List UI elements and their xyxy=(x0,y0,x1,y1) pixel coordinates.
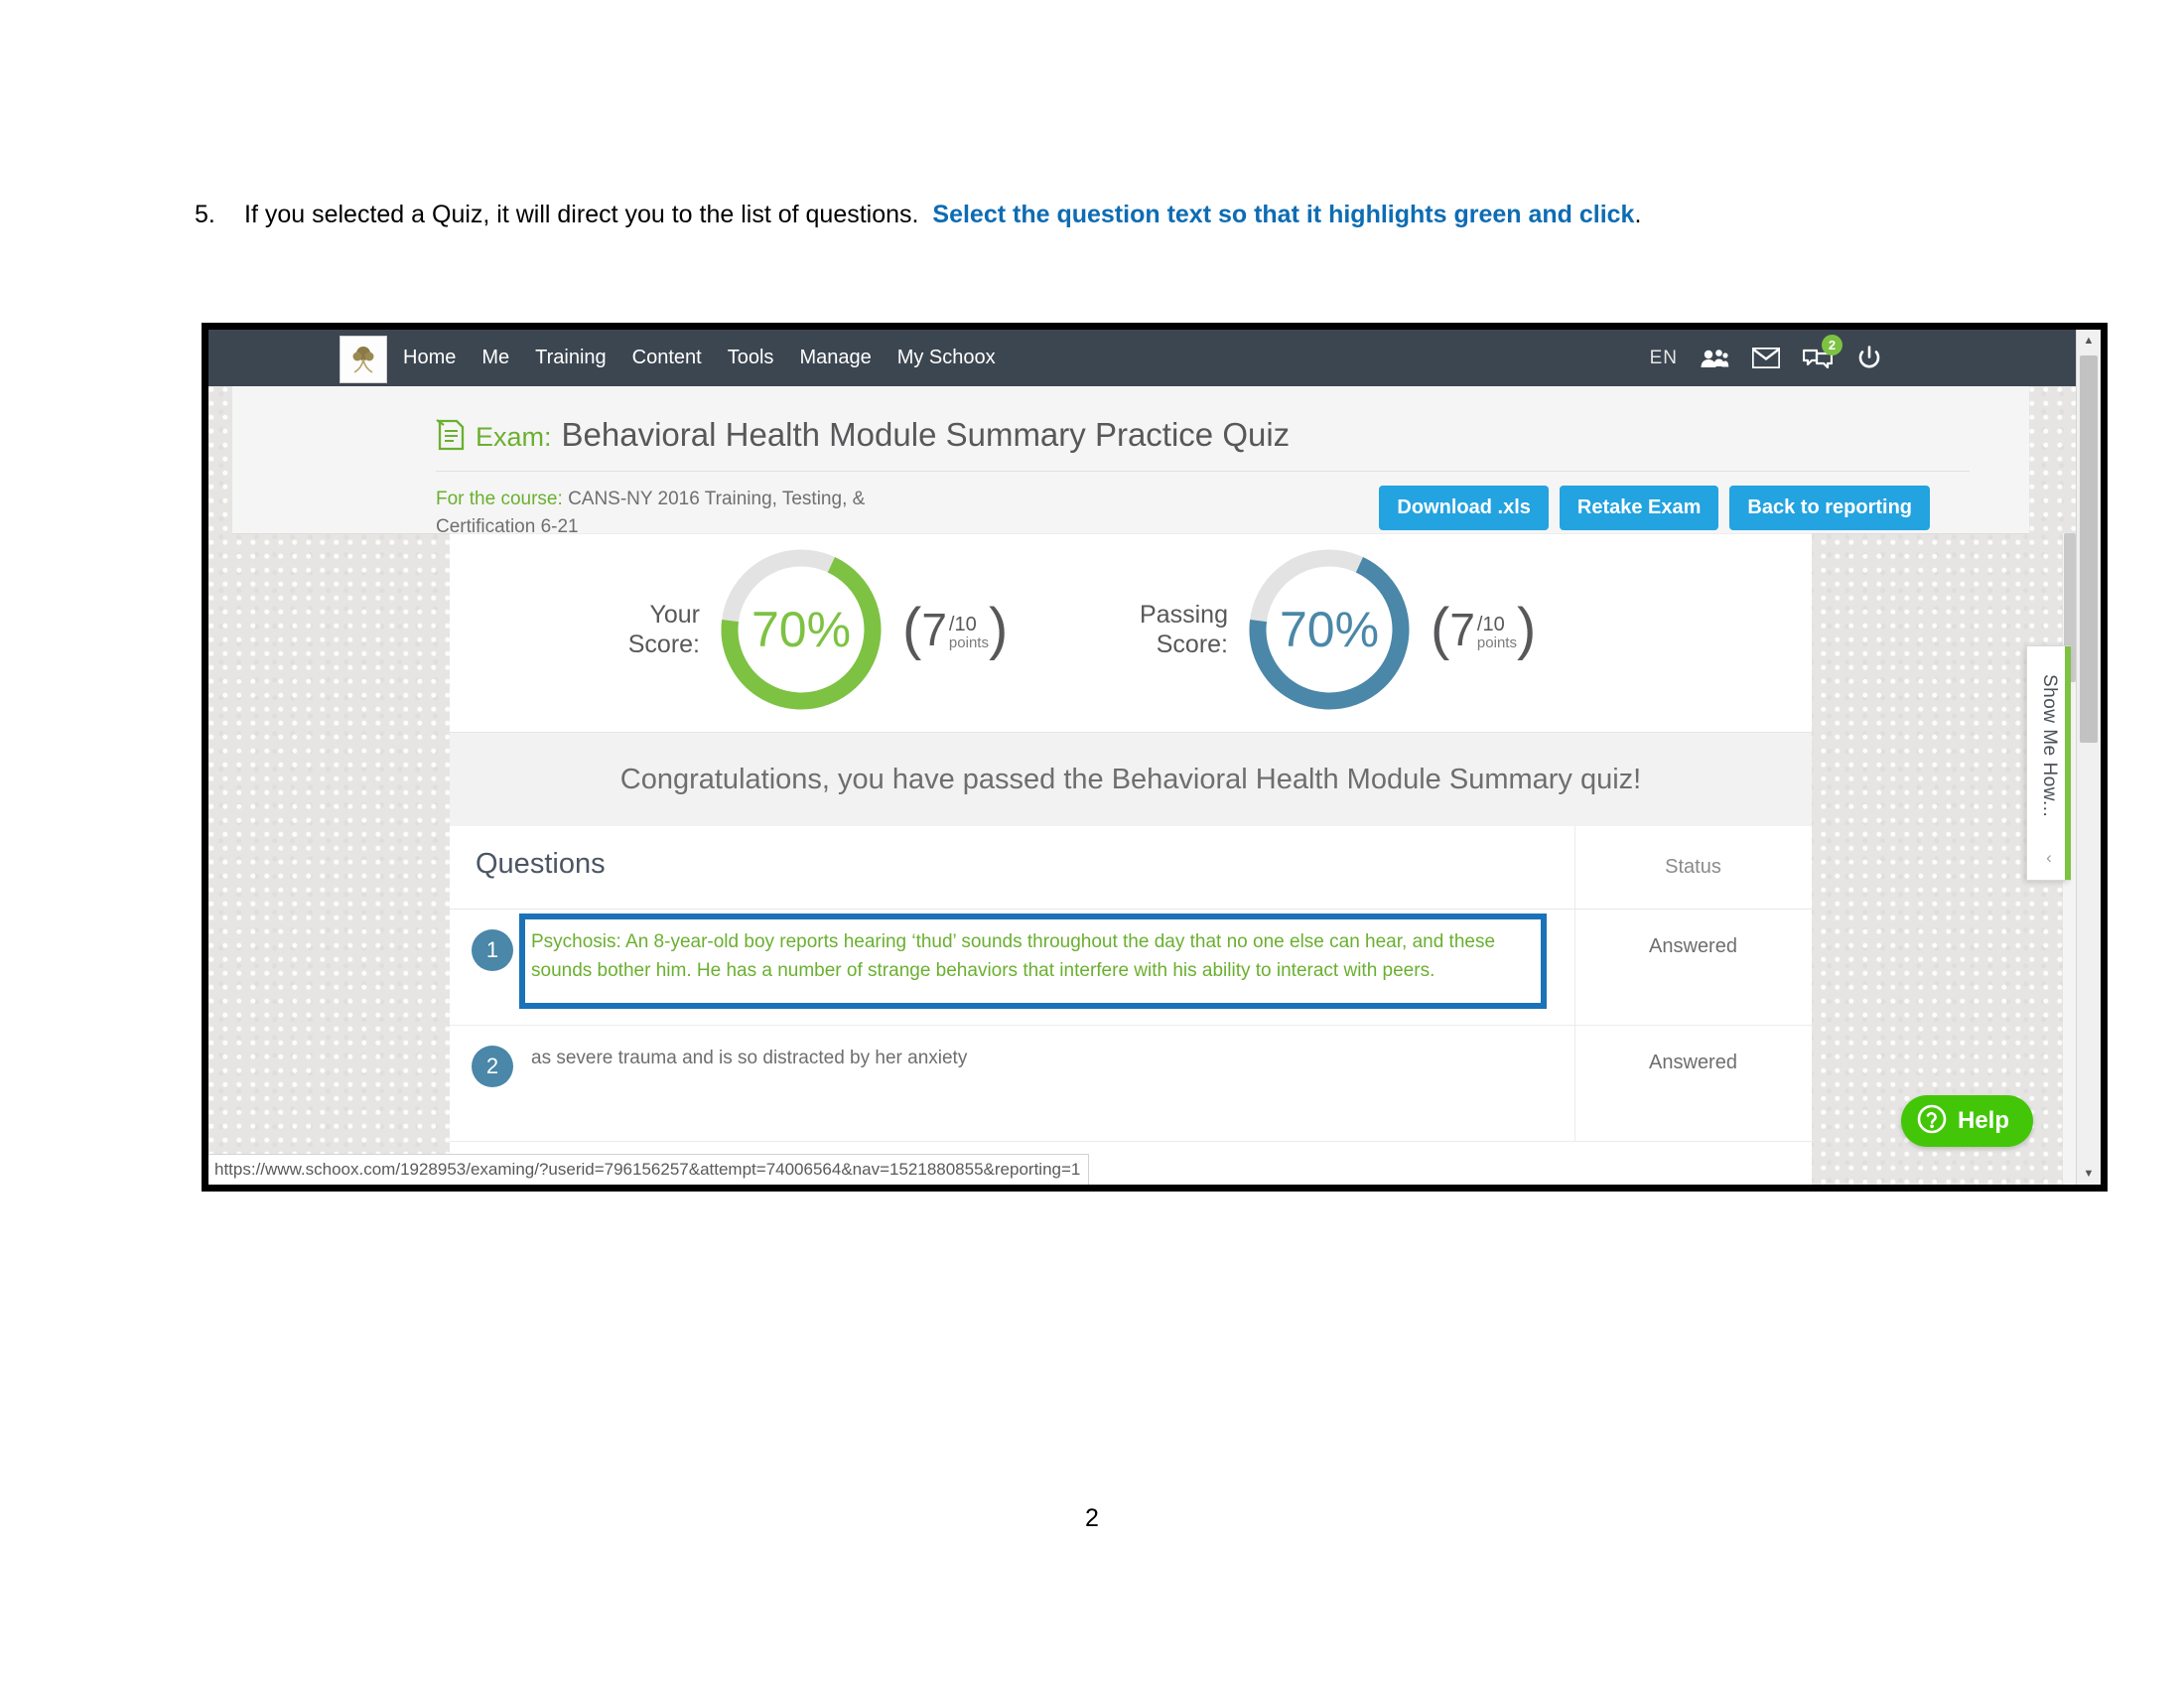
browser-scrollbar[interactable]: ▲ ▼ xyxy=(2076,330,2101,1185)
instruction-text: If you selected a Quiz, it will direct y… xyxy=(244,201,919,228)
passing-score-label: Passing Score: xyxy=(1140,601,1228,658)
column-separator xyxy=(1574,1026,1575,1141)
embedded-screenshot: Home Me Training Content Tools Manage My… xyxy=(202,323,2108,1192)
instruction-number: 5. xyxy=(195,201,215,228)
questions-table: Questions Status 1 Psychosis: An 8-year-… xyxy=(450,826,1812,1142)
nav-links: Home Me Training Content Tools Manage My… xyxy=(403,330,996,386)
show-me-how-label: Show Me How... xyxy=(2039,674,2060,818)
exam-title-row: Exam: Behavioral Health Module Summary P… xyxy=(436,412,1290,454)
back-to-reporting-button[interactable]: Back to reporting xyxy=(1729,486,1930,530)
table-row[interactable]: 2 as severe trauma and is so distracted … xyxy=(450,1026,1812,1142)
question-text[interactable]: as severe trauma and is so distracted by… xyxy=(531,1044,1544,1072)
passing-points-denominator: /10 xyxy=(1476,613,1505,635)
your-score-points: ( 7 /10 points ) xyxy=(902,596,1009,661)
exam-header: Exam: Behavioral Health Module Summary P… xyxy=(232,386,2029,537)
question-number-badge: 2 xyxy=(472,1046,513,1087)
scrollbar-thumb[interactable] xyxy=(2080,355,2098,743)
question-number-badge: 1 xyxy=(472,929,513,971)
score-section: Your Score: 70% ( 7 /10 points) Passing… xyxy=(450,533,1812,733)
header-divider xyxy=(436,471,1970,472)
status-bar-url: https://www.schoox.com/1928953/examing/?… xyxy=(214,1160,1081,1179)
passing-score-block: Passing Score: 70% ( 7 /10 points) xyxy=(1117,542,1536,717)
retake-exam-button[interactable]: Retake Exam xyxy=(1559,486,1719,530)
envelope-icon[interactable] xyxy=(1751,344,1781,373)
instruction-emphasis: Select the question text so that it high… xyxy=(932,201,1635,228)
nav-item-home[interactable]: Home xyxy=(403,347,456,369)
browser-viewport: Home Me Training Content Tools Manage My… xyxy=(208,330,2101,1185)
your-score-block: Your Score: 70% ( 7 /10 points) xyxy=(589,542,1008,717)
paren-open: ( xyxy=(902,596,922,661)
question-status: Answered xyxy=(1649,935,1737,957)
question-mark-icon xyxy=(1917,1104,1947,1139)
paren-open: ( xyxy=(1431,596,1450,661)
your-score-label: Your Score: xyxy=(627,601,700,658)
nav-right-cluster: EN 2 xyxy=(1650,330,1884,386)
help-label: Help xyxy=(1957,1107,2009,1134)
document-page: 5. If you selected a Quiz, it will direct… xyxy=(0,0,2184,1688)
nav-item-training[interactable]: Training xyxy=(535,347,607,369)
chat-badge: 2 xyxy=(1822,334,1843,355)
passing-points-word: points xyxy=(1476,633,1517,651)
power-icon[interactable] xyxy=(1854,344,1884,373)
congratulations-banner: Congratulations, you have passed the Beh… xyxy=(450,732,1812,828)
download-xls-button[interactable]: Download .xls xyxy=(1379,486,1549,530)
scroll-up-arrow[interactable]: ▲ xyxy=(2077,330,2101,352)
your-points-denominator: /10 xyxy=(948,613,977,635)
help-button[interactable]: Help xyxy=(1900,1095,2033,1147)
chat-bubbles-icon[interactable]: 2 xyxy=(1803,334,1843,373)
table-row[interactable]: 1 Psychosis: An 8-year-old boy reports h… xyxy=(450,910,1812,1026)
people-icon[interactable] xyxy=(1700,344,1729,373)
browser-status-bar: https://www.schoox.com/1928953/examing/?… xyxy=(208,1154,1090,1185)
language-selector[interactable]: EN xyxy=(1650,348,1678,369)
column-separator xyxy=(1574,910,1575,1025)
exam-label: Exam: xyxy=(476,422,552,452)
congratulations-message: Congratulations, you have passed the Beh… xyxy=(619,764,1642,795)
exam-title: Behavioral Health Module Summary Practic… xyxy=(561,416,1291,453)
chevron-left-icon[interactable]: ‹ xyxy=(2046,848,2052,868)
course-label: For the course: xyxy=(436,489,563,509)
paren-close: ) xyxy=(1516,596,1537,661)
question-status: Answered xyxy=(1649,1052,1737,1073)
column-header-questions: Questions xyxy=(476,848,606,880)
column-header-status: Status xyxy=(1665,856,1721,878)
nav-item-my-schoox[interactable]: My Schoox xyxy=(897,347,996,369)
scroll-down-arrow[interactable]: ▼ xyxy=(2077,1163,2101,1185)
your-score-percent: 70% xyxy=(751,602,852,657)
paren-close: ) xyxy=(988,596,1009,661)
show-me-how-accent-bar xyxy=(2065,646,2071,880)
passing-score-donut: 70% xyxy=(1242,542,1417,717)
questions-table-header: Questions Status xyxy=(450,826,1812,910)
passing-score-percent: 70% xyxy=(1279,602,1380,657)
your-points-word: points xyxy=(948,633,989,651)
show-me-how-tab[interactable]: Show Me How... ‹ xyxy=(2026,645,2071,881)
instruction-period: . xyxy=(1634,201,1642,228)
your-score-donut: 70% xyxy=(714,542,888,717)
exam-results-content: Your Score: 70% ( 7 /10 points) Passing… xyxy=(450,533,1812,1185)
nav-item-tools[interactable]: Tools xyxy=(728,347,774,369)
top-navigation-bar: Home Me Training Content Tools Manage My… xyxy=(208,330,2101,386)
exam-clipboard-icon xyxy=(436,418,466,452)
nav-item-me[interactable]: Me xyxy=(481,347,509,369)
passing-score-points: ( 7 /10 points ) xyxy=(1431,596,1537,661)
course-info: For the course: CANS-NY 2016 Training, T… xyxy=(436,486,902,540)
instruction-line: 5. If you selected a Quiz, it will direct… xyxy=(195,199,1942,231)
page-number: 2 xyxy=(1085,1504,1099,1532)
question-text[interactable]: Psychosis: An 8-year-old boy reports hea… xyxy=(531,927,1544,986)
header-actions: Download .xls Retake Exam Back to report… xyxy=(1379,486,1930,530)
tree-logo-icon[interactable] xyxy=(340,336,387,383)
your-points-value: 7 xyxy=(921,604,947,655)
nav-item-content[interactable]: Content xyxy=(632,347,702,369)
passing-points-value: 7 xyxy=(1449,604,1475,655)
nav-item-manage[interactable]: Manage xyxy=(799,347,871,369)
